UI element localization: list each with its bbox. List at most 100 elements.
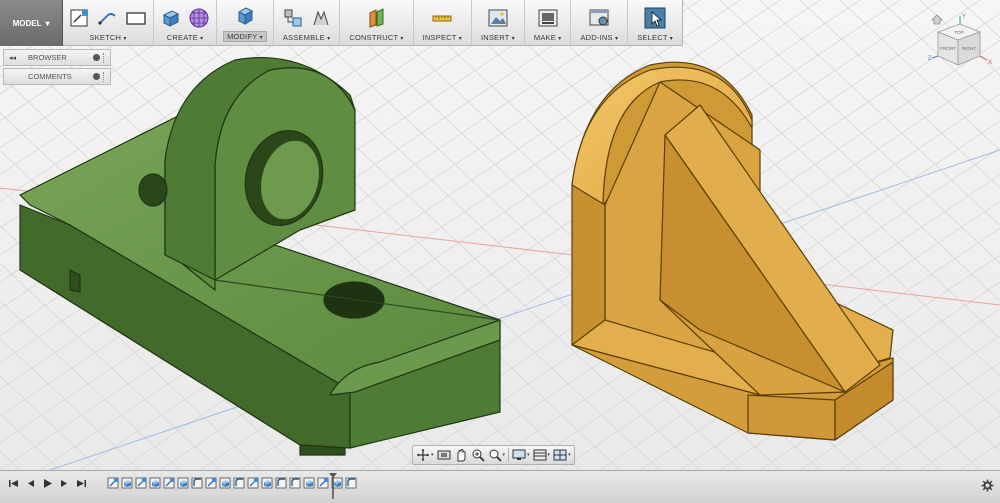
chevron-down-icon: ▾ [615, 36, 619, 42]
timeline-feature-sketch-icon[interactable] [247, 476, 259, 490]
navigation-bar: ▾ ▾ ▾ ▾ ▾ [412, 445, 575, 465]
timeline-feature-extrude-icon[interactable] [177, 476, 189, 490]
toolbar-group-addins[interactable]: ADD-INS ▾ [571, 0, 629, 45]
inspect-menu-label[interactable]: INSPECT ▾ [420, 33, 465, 42]
viewcube-x-axis [979, 55, 988, 61]
viewports-icon[interactable] [553, 448, 567, 462]
timeline-feature-sketch-icon[interactable] [317, 476, 329, 490]
3d-print-icon[interactable] [537, 7, 559, 29]
green-bracket-part[interactable] [19, 57, 501, 456]
assemble-menu-label[interactable]: ASSEMBLE ▾ [280, 33, 334, 42]
play-icon[interactable] [42, 478, 53, 489]
viewcube-front-label[interactable]: FRONT [940, 46, 956, 51]
3d-scene[interactable] [0, 0, 1000, 470]
toolbar-group-inspect[interactable]: INSPECT ▾ [414, 0, 472, 45]
viewcube-z-label: Z [928, 56, 932, 62]
offset-plane-icon[interactable] [366, 7, 388, 29]
viewcube-top-label[interactable]: TOP [954, 30, 963, 35]
toolbar-group-insert[interactable]: INSERT ▾ [472, 0, 525, 45]
toolbar-group-sketch[interactable]: SKETCH ▾ [63, 0, 155, 45]
select-cursor-icon[interactable] [644, 7, 666, 29]
workspace-label: MODEL [12, 18, 42, 28]
toolbar-group-construct[interactable]: CONSTRUCT ▾ [340, 0, 414, 45]
panel-pin-icon[interactable] [93, 54, 100, 61]
panel-grip-handle[interactable] [103, 71, 105, 82]
measure-icon[interactable] [431, 7, 453, 29]
timeline-feature-fillet-icon[interactable] [233, 476, 245, 490]
create-menu-label[interactable]: CREATE ▾ [164, 33, 207, 42]
construct-menu-label[interactable]: CONSTRUCT ▾ [346, 33, 406, 42]
step-back-icon[interactable] [25, 478, 36, 489]
playback-controls [8, 478, 87, 489]
comments-panel-header[interactable]: ◂◂ COMMENTS [3, 68, 111, 85]
modify-menu-label[interactable]: MODIFY ▾ [223, 31, 267, 42]
browser-panel-header[interactable]: ◂◂ BROWSER [3, 49, 111, 66]
chevron-down-icon: ▾ [45, 18, 50, 28]
home-icon[interactable] [931, 14, 943, 25]
toolbar-group-make[interactable]: MAKE ▾ [525, 0, 572, 45]
step-forward-icon[interactable] [59, 478, 70, 489]
viewcube-right-label[interactable]: RIGHT [962, 46, 976, 51]
chevron-down-icon[interactable]: ▾ [568, 452, 571, 458]
toolbar-group-create[interactable]: CREATE ▾ [154, 0, 218, 45]
timeline-marker-handle[interactable] [329, 473, 337, 499]
chevron-down-icon[interactable]: ▾ [548, 452, 551, 458]
insert-menu-label[interactable]: INSERT ▾ [478, 33, 518, 42]
skip-to-start-icon[interactable] [8, 478, 19, 489]
toolbar-group-modify[interactable]: MODIFY ▾ [217, 0, 274, 45]
main-toolbar: MODEL ▾ SKETCH ▾ CREATE ▾ MODIFY ▾ ASSEM… [0, 0, 683, 46]
grid-icon[interactable] [533, 448, 547, 462]
create-sketch-icon[interactable] [69, 7, 91, 29]
press-pull-icon[interactable] [234, 5, 256, 27]
panel-grip-handle[interactable] [103, 52, 105, 63]
zoom-icon[interactable] [471, 448, 485, 462]
collapse-arrows-icon[interactable]: ◂◂ [9, 54, 16, 62]
chevron-down-icon[interactable]: ▾ [527, 452, 530, 458]
look-at-icon[interactable] [437, 448, 451, 462]
viewcube-z-axis [931, 55, 939, 59]
viewcube[interactable]: TOP FRONT RIGHT Z Y X [920, 10, 1000, 72]
workspace-switcher[interactable]: MODEL ▾ [0, 0, 64, 46]
addins-menu-label[interactable]: ADD-INS ▾ [577, 33, 621, 42]
timeline-feature-sketch-icon[interactable] [135, 476, 147, 490]
zoom-window-icon[interactable] [488, 448, 502, 462]
make-menu-label[interactable]: MAKE ▾ [531, 33, 565, 42]
canvas-viewport[interactable]: TOP FRONT RIGHT Z Y X [0, 0, 1000, 470]
select-menu-label[interactable]: SELECT ▾ [634, 33, 676, 42]
orange-bracket-part[interactable] [571, 61, 894, 441]
insert-image-icon[interactable] [487, 7, 509, 29]
timeline-feature-sketch-icon[interactable] [163, 476, 175, 490]
timeline-feature-fillet-icon[interactable] [191, 476, 203, 490]
scripts-addins-icon[interactable] [588, 7, 610, 29]
rectangle-tool-icon[interactable] [125, 7, 147, 29]
new-component-icon[interactable] [282, 7, 304, 29]
joint-icon[interactable] [310, 7, 332, 29]
gear-icon[interactable] [981, 479, 994, 492]
timeline-feature-fillet-icon[interactable] [289, 476, 301, 490]
chevron-down-icon[interactable]: ▾ [503, 452, 506, 458]
timeline-feature-extrude-icon[interactable] [149, 476, 161, 490]
sketch-menu-label[interactable]: SKETCH ▾ [86, 33, 129, 42]
skip-to-end-icon[interactable] [76, 478, 87, 489]
timeline-feature-extrude-icon[interactable] [303, 476, 315, 490]
comments-label: COMMENTS [28, 72, 72, 81]
chevron-down-icon[interactable]: ▾ [431, 452, 434, 458]
timeline-feature-fillet-icon[interactable] [345, 476, 357, 490]
toolbar-group-select[interactable]: SELECT ▾ [628, 0, 682, 45]
timeline-feature-extrude-icon[interactable] [261, 476, 273, 490]
orbit-icon[interactable] [416, 448, 430, 462]
display-settings-icon[interactable] [512, 448, 526, 462]
timeline-feature-sketch-icon[interactable] [205, 476, 217, 490]
form-icon[interactable] [188, 7, 210, 29]
toolbar-group-assemble[interactable]: ASSEMBLE ▾ [274, 0, 341, 45]
timeline-feature-fillet-icon[interactable] [275, 476, 287, 490]
timeline-feature-extrude-icon[interactable] [219, 476, 231, 490]
pan-icon[interactable] [454, 448, 468, 462]
panel-pin-icon[interactable] [93, 73, 100, 80]
timeline-feature-extrude-icon[interactable] [121, 476, 133, 490]
line-tool-icon[interactable] [97, 7, 119, 29]
viewcube-x-label: X [988, 60, 992, 66]
browser-label: BROWSER [28, 53, 67, 62]
timeline-feature-sketch-icon[interactable] [107, 476, 119, 490]
extrude-icon[interactable] [160, 7, 182, 29]
